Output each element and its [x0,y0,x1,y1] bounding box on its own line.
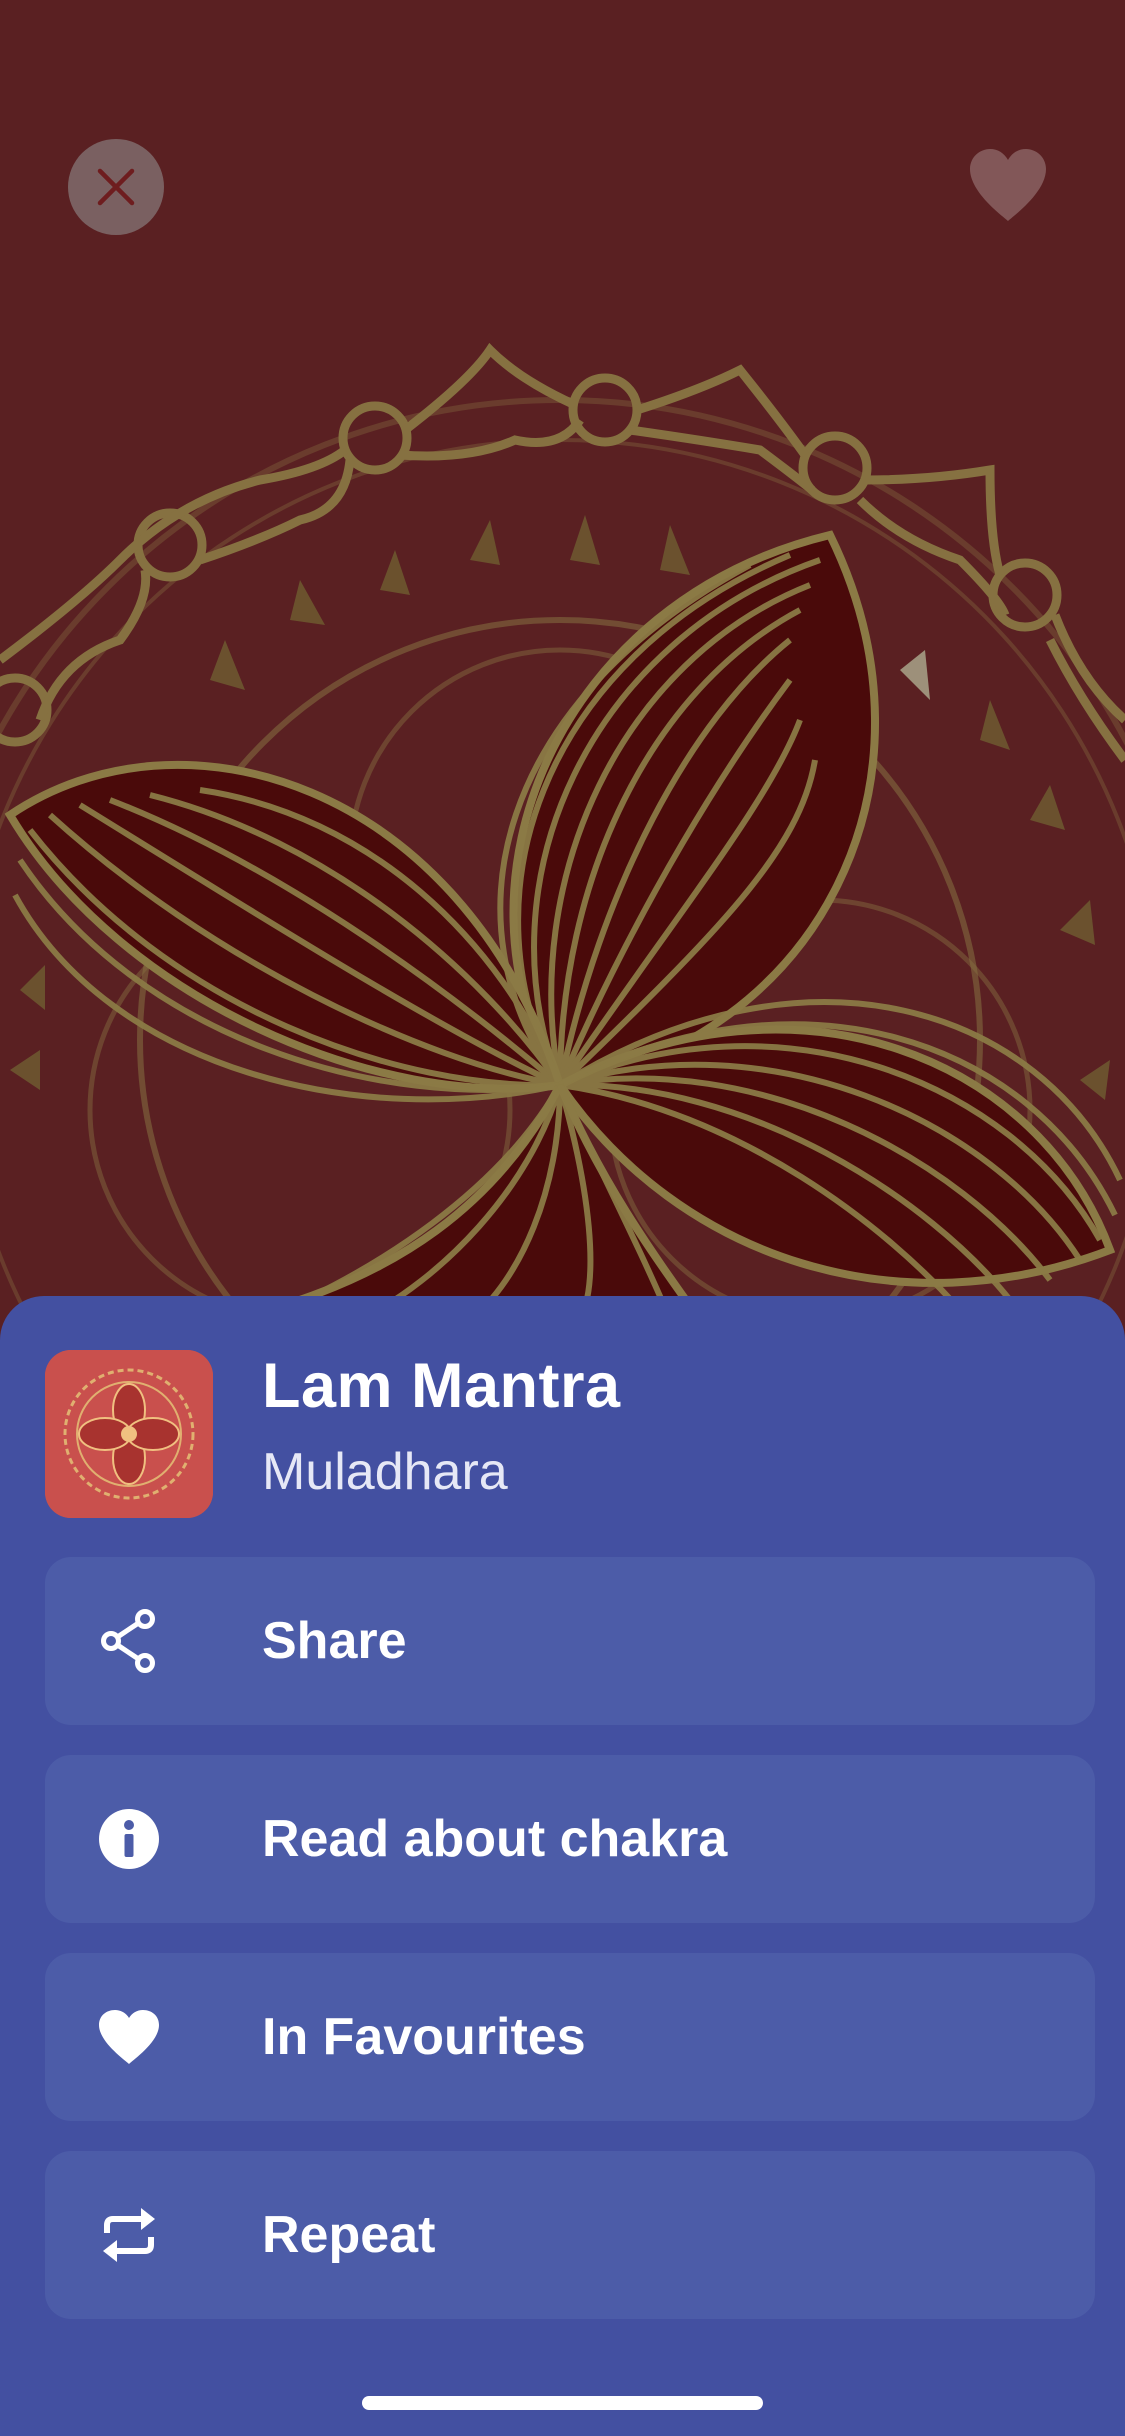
close-button[interactable] [68,139,164,235]
read-about-chakra-button[interactable]: Read about chakra [45,1755,1095,1923]
info-icon [97,1807,161,1871]
share-button[interactable]: Share [45,1557,1095,1725]
heart-icon [97,2005,161,2069]
share-icon [97,1609,161,1673]
share-label: Share [262,1612,407,1670]
track-title: Lam Mantra [262,1351,621,1421]
player-screen: Lam Mantra Muladhara Share Read about ch… [0,0,1125,2436]
home-indicator[interactable] [362,2396,763,2410]
chakra-artwork [0,0,1125,1320]
in-favourites-button[interactable]: In Favourites [45,1953,1095,2121]
track-thumbnail [45,1350,213,1518]
repeat-button[interactable]: Repeat [45,2151,1095,2319]
close-icon [97,168,135,206]
favourite-heart-icon[interactable] [966,145,1050,225]
in-favourites-label: In Favourites [262,2008,586,2066]
repeat-label: Repeat [262,2206,436,2264]
track-subtitle: Muladhara [262,1443,508,1501]
read-about-chakra-label: Read about chakra [262,1810,728,1868]
repeat-icon [97,2203,161,2267]
